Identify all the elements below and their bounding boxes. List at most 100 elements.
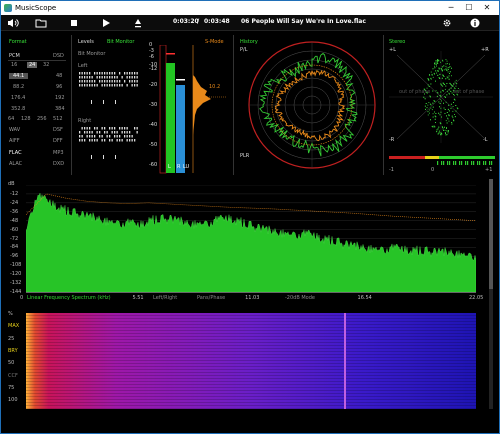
bit-cell: [119, 80, 121, 83]
stereo-sample: [452, 110, 454, 112]
scrollbar-track[interactable]: [489, 179, 493, 409]
bit-cell: [86, 84, 88, 87]
bit-cell: [101, 72, 103, 75]
settings-gear-icon[interactable]: [442, 18, 452, 28]
bit-cell: [79, 80, 81, 83]
stereo-title: Stereo: [389, 39, 406, 45]
correlation-tick: [461, 161, 463, 165]
title-bar: MusicScope ─ ☐ ✕: [1, 1, 499, 15]
stereo-sample: [429, 103, 431, 105]
stereo-sample: [435, 63, 437, 65]
bit-cell: [119, 72, 121, 75]
eject-icon[interactable]: [133, 18, 143, 28]
stereo-sample: [445, 68, 447, 70]
stereo-sample: [445, 63, 447, 65]
minimize-button[interactable]: ─: [445, 3, 457, 13]
bit-cell: [94, 84, 96, 87]
bit-cell: [101, 135, 103, 138]
info-icon[interactable]: [470, 18, 480, 28]
stereo-sample: [439, 98, 441, 100]
bit-cell: [134, 139, 136, 142]
stereo-sample: [428, 102, 430, 103]
stereo-sample: [444, 96, 446, 98]
play-icon[interactable]: [101, 18, 111, 28]
range-mode-label[interactable]: -20dB Mode: [285, 295, 315, 301]
stereo-sample: [435, 60, 437, 62]
maximize-button[interactable]: ☐: [463, 3, 475, 13]
bit-cell: [136, 80, 138, 83]
stereo-sample: [456, 107, 458, 109]
stereo-sample: [451, 85, 453, 86]
spectrum-mode-label[interactable]: Linear Frequency Spectrum (kHz): [27, 295, 111, 301]
stereo-sample: [431, 109, 433, 111]
stereo-sample: [431, 125, 433, 127]
stereo-sample: [440, 61, 441, 63]
bit-cell: [109, 72, 111, 75]
bit-cell: [126, 76, 128, 79]
stereo-sample: [441, 133, 443, 135]
stereo-sample: [435, 90, 437, 92]
bit-monitor-toggle[interactable]: Bit Monitor: [107, 39, 134, 45]
stereo-sample: [442, 85, 444, 87]
scrollbar-thumb[interactable]: [489, 179, 493, 289]
stereo-sample: [428, 109, 430, 111]
bit-cell: [99, 131, 101, 134]
bit-cell: [99, 72, 101, 75]
stereo-sample: [440, 133, 442, 135]
close-button[interactable]: ✕: [481, 3, 493, 13]
spectrogram-image: [26, 313, 476, 409]
bit-cell: [111, 127, 113, 130]
stereo-sample: [453, 83, 455, 85]
level-scale-tick: -6: [149, 54, 154, 60]
stereo-sample: [438, 112, 440, 114]
spectrum-freq-tick: 5.51: [132, 295, 144, 301]
correlation-tick: [485, 161, 487, 165]
container-aiff: AIFF: [9, 138, 20, 144]
spectrum-chart: [26, 185, 476, 292]
stereo-sample: [448, 75, 450, 77]
bit-cell: [79, 84, 81, 87]
stereo-sample: [427, 114, 429, 116]
stereo-scope: [389, 51, 493, 143]
bit-cell: [116, 76, 118, 79]
bit-cell: [104, 76, 106, 79]
bit-cell: [116, 131, 118, 134]
stereo-sample: [434, 118, 436, 120]
stereo-sample: [437, 74, 439, 76]
stereo-sample: [447, 130, 449, 131]
stereo-sample: [440, 123, 442, 125]
volume-icon[interactable]: [7, 18, 19, 28]
bit-cell: [86, 127, 88, 130]
open-folder-icon[interactable]: [35, 18, 47, 28]
spectrum-freq-tick: 16.54: [357, 295, 372, 301]
bit-cell: [136, 131, 138, 134]
container-flac: FLAC: [9, 150, 22, 156]
spectrum-db-tick: -108: [10, 262, 22, 269]
correlation-tick: [467, 161, 469, 165]
bit-cell: [79, 139, 81, 142]
stereo-sample: [428, 79, 430, 81]
left-level-bar: [166, 63, 175, 173]
bit-cell: [114, 84, 116, 87]
stereo-sample: [450, 90, 452, 92]
transport-toolbar: 0:03:20 / 0:03:48 06 People Will Say We'…: [1, 15, 499, 31]
left-peak-marker: [166, 53, 175, 55]
phase-mode-label[interactable]: Pans/Phase: [197, 295, 225, 301]
stereo-sample: [439, 132, 441, 134]
bit-cell: [94, 139, 96, 142]
stereo-sample: [450, 103, 452, 105]
bit-cell: [89, 84, 91, 87]
bit-cell: [129, 80, 131, 83]
channel-mode-label[interactable]: Left/Right: [153, 295, 177, 301]
bit-cell: [99, 80, 101, 83]
bit-cell: [119, 127, 121, 130]
container-mp3: MP3: [53, 150, 64, 156]
stereo-sample: [445, 59, 447, 61]
stereo-sample: [438, 67, 440, 69]
stereo-sample: [448, 115, 450, 117]
stop-icon[interactable]: [69, 18, 79, 28]
level-scale-tick: -60: [149, 162, 158, 168]
bit-cell: [124, 80, 126, 83]
stereo-sample: [440, 91, 442, 93]
right-level-bar: [176, 85, 185, 173]
